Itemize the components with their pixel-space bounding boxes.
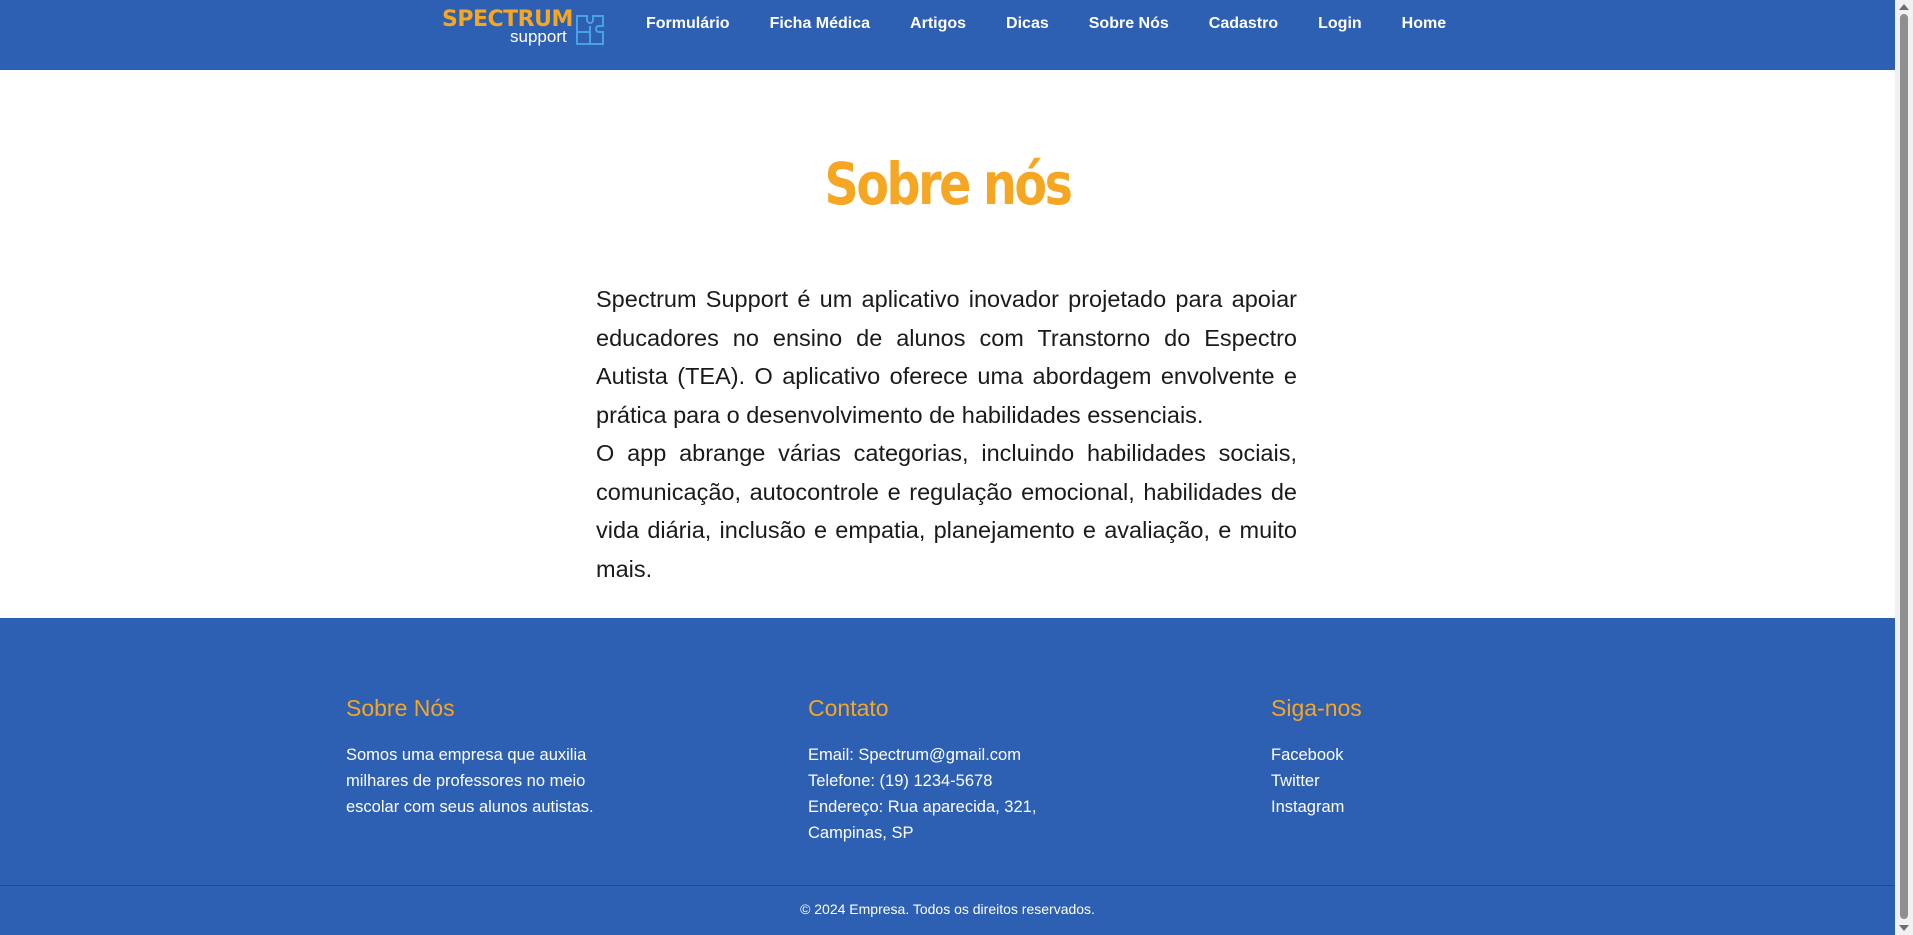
scroll-up-icon[interactable]: [1899, 4, 1909, 10]
about-paragraph: Spectrum Support é um aplicativo inovado…: [596, 286, 1297, 428]
logo-subtitle: support: [510, 27, 567, 46]
facebook-link[interactable]: Facebook: [1271, 742, 1571, 768]
nav-link-cadastro[interactable]: Cadastro: [1209, 15, 1278, 33]
footer-social-heading: Siga-nos: [1271, 695, 1362, 721]
twitter-link[interactable]: Twitter: [1271, 768, 1571, 794]
instagram-link[interactable]: Instagram: [1271, 794, 1571, 820]
main-nav: Formulário Ficha Médica Artigos Dicas So…: [646, 0, 1486, 48]
footer-about-text: milhares de professores no meio: [346, 772, 586, 790]
footer-about-text: escolar com seus alunos autistas.: [346, 798, 594, 816]
footer-address-city: Campinas, SP: [808, 824, 914, 842]
page-title: Sobre nós: [824, 150, 1073, 218]
scroll-down-icon[interactable]: [1899, 925, 1909, 931]
footer-divider: [0, 885, 1895, 886]
nav-link-artigos[interactable]: Artigos: [910, 15, 966, 33]
navbar: SPECTRUM support Formulário Ficha Médica…: [0, 0, 1895, 70]
about-paragraph: O app abrange várias categorias, incluin…: [596, 440, 1297, 582]
footer-about-section: Sobre Nós Somos uma empresa que auxilia …: [346, 694, 646, 820]
puzzle-icon: [576, 15, 604, 45]
footer-contact-section: Contato Email: Spectrum@gmail.com Telefo…: [808, 694, 1108, 846]
about-description: Spectrum Support é um aplicativo inovado…: [596, 280, 1297, 588]
nav-link-formulario[interactable]: Formulário: [646, 15, 730, 33]
nav-link-home[interactable]: Home: [1402, 15, 1446, 33]
logo[interactable]: SPECTRUM support: [442, 8, 610, 52]
nav-link-ficha-medica[interactable]: Ficha Médica: [770, 15, 870, 33]
footer: Sobre Nós Somos uma empresa que auxilia …: [0, 618, 1895, 935]
footer-phone: Telefone: (19) 1234-5678: [808, 772, 993, 790]
footer-email: Email: Spectrum@gmail.com: [808, 746, 1021, 764]
footer-address: Endereço: Rua aparecida, 321,: [808, 798, 1037, 816]
nav-link-login[interactable]: Login: [1318, 15, 1362, 33]
footer-about-text: Somos uma empresa que auxilia: [346, 746, 587, 764]
copyright: © 2024 Empresa. Todos os direitos reserv…: [800, 901, 1095, 917]
nav-link-sobre-nos[interactable]: Sobre Nós: [1089, 15, 1169, 33]
scrollbar-thumb[interactable]: [1900, 14, 1908, 919]
nav-link-dicas[interactable]: Dicas: [1006, 15, 1049, 33]
footer-social-section: Siga-nos Facebook Twitter Instagram: [1271, 694, 1571, 820]
footer-contact-heading: Contato: [808, 695, 889, 721]
vertical-scrollbar[interactable]: [1895, 0, 1913, 935]
footer-about-heading: Sobre Nós: [346, 695, 455, 721]
